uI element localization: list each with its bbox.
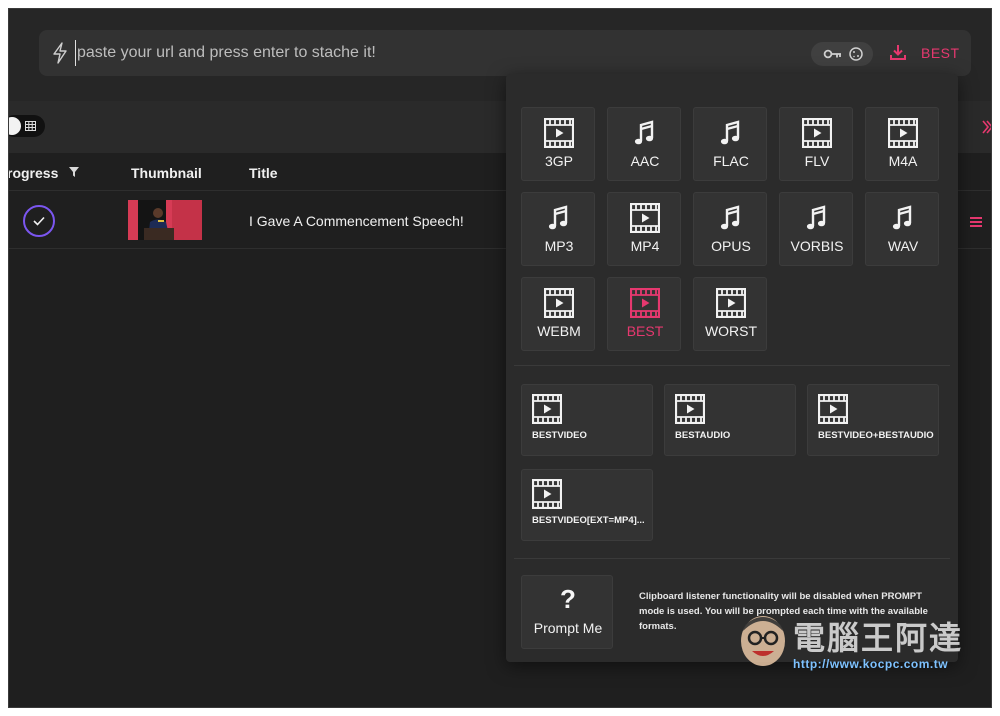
combo-label: BESTAUDIO: [675, 430, 731, 441]
film-icon: [630, 203, 660, 233]
format-aac-button[interactable]: AAC: [607, 107, 681, 181]
music-note-icon: [720, 120, 740, 145]
format-wav-button[interactable]: WAV: [865, 192, 939, 266]
format-flac-button[interactable]: FLAC: [693, 107, 767, 181]
url-bar: BEST: [39, 30, 971, 76]
music-note-icon: [634, 120, 654, 145]
column-thumbnail[interactable]: Thumbnail: [131, 165, 202, 181]
grid-icon: [25, 121, 36, 131]
format-mp3-button[interactable]: MP3: [521, 192, 595, 266]
film-icon: [802, 118, 832, 148]
lightning-icon: [53, 42, 67, 64]
format-label: FLAC: [713, 153, 749, 169]
music-note-icon: [720, 205, 740, 230]
quality-selector[interactable]: BEST: [921, 45, 960, 61]
format-label: M4A: [888, 153, 918, 169]
row-menu-icon[interactable]: [969, 216, 983, 228]
section-divider: [514, 365, 950, 366]
format-label: MP3: [544, 238, 574, 254]
music-note-icon: [892, 205, 912, 230]
format-3gp-button[interactable]: 3GP: [521, 107, 595, 181]
format-label: OPUS: [711, 238, 751, 254]
video-thumbnail[interactable]: [128, 200, 202, 240]
view-mode-toggle[interactable]: [9, 115, 45, 137]
format-mp4-button[interactable]: MP4: [607, 192, 681, 266]
combo-label: BESTVIDEO: [532, 430, 587, 441]
format-best-button[interactable]: BEST: [607, 277, 681, 351]
url-input[interactable]: [75, 40, 795, 66]
format-label: WORST: [704, 323, 758, 339]
format-flv-button[interactable]: FLV: [779, 107, 853, 181]
format-label: 3GP: [544, 153, 573, 169]
combo-bestvideo-mp4-button[interactable]: BESTVIDEO[EXT=MP4]...: [521, 469, 653, 541]
format-label: AAC: [630, 153, 660, 169]
film-icon: [888, 118, 918, 148]
combo-label: BESTVIDEO[EXT=MP4]...: [532, 515, 645, 526]
options-pill[interactable]: [811, 42, 873, 66]
format-label: FLV: [804, 153, 830, 169]
question-mark-icon: ?: [560, 584, 576, 614]
format-opus-button[interactable]: OPUS: [693, 192, 767, 266]
film-icon: [532, 394, 562, 424]
format-label: WEBM: [537, 323, 581, 339]
check-icon: [33, 216, 45, 226]
film-icon: [544, 288, 574, 318]
prompt-label: Prompt Me: [533, 620, 603, 636]
column-title[interactable]: Title: [249, 165, 278, 181]
watermark-text: 電腦王阿達: [793, 619, 964, 657]
combo-bestaudio-button[interactable]: BESTAUDIO: [664, 384, 796, 456]
download-icon[interactable]: [889, 43, 907, 61]
site-watermark: 電腦王阿達 http://www.kocpc.com.tw: [737, 607, 991, 677]
app-window: BEST rogress Thumbnail Title: [8, 8, 992, 708]
film-icon: [544, 118, 574, 148]
format-m4a-button[interactable]: M4A: [865, 107, 939, 181]
mascot-face-icon: [741, 616, 785, 666]
film-icon: [630, 288, 660, 318]
filter-icon[interactable]: [69, 167, 79, 177]
section-divider: [514, 558, 950, 559]
format-menu: 3GP AAC FLAC FLV M4A MP3 MP4 OPUS VORBIS…: [506, 74, 958, 662]
thumbnail-image: [128, 200, 202, 240]
edge-icon[interactable]: [981, 119, 992, 135]
toggle-knob: [9, 117, 21, 135]
film-icon: [675, 394, 705, 424]
music-note-icon: [806, 205, 826, 230]
film-icon: [532, 479, 562, 509]
format-label: VORBIS: [790, 238, 844, 254]
format-label: WAV: [887, 238, 919, 254]
format-label: BEST: [626, 323, 664, 339]
key-icon[interactable]: [823, 46, 843, 62]
music-note-icon: [548, 205, 568, 230]
format-vorbis-button[interactable]: VORBIS: [779, 192, 853, 266]
combo-bestvideo-bestaudio-button[interactable]: BESTVIDEO+BESTAUDIO: [807, 384, 939, 456]
prompt-me-button[interactable]: ? Prompt Me: [521, 575, 613, 649]
film-icon: [818, 394, 848, 424]
watermark-url: http://www.kocpc.com.tw: [793, 657, 949, 671]
cookie-icon[interactable]: [848, 46, 864, 62]
format-webm-button[interactable]: WEBM: [521, 277, 595, 351]
column-progress[interactable]: rogress: [9, 165, 58, 181]
format-label: MP4: [630, 238, 660, 254]
combo-bestvideo-button[interactable]: BESTVIDEO: [521, 384, 653, 456]
combo-label: BESTVIDEO+BESTAUDIO: [818, 430, 934, 441]
format-worst-button[interactable]: WORST: [693, 277, 767, 351]
video-title: I Gave A Commencement Speech!: [249, 213, 464, 229]
film-icon: [716, 288, 746, 318]
progress-complete-indicator: [23, 205, 55, 237]
